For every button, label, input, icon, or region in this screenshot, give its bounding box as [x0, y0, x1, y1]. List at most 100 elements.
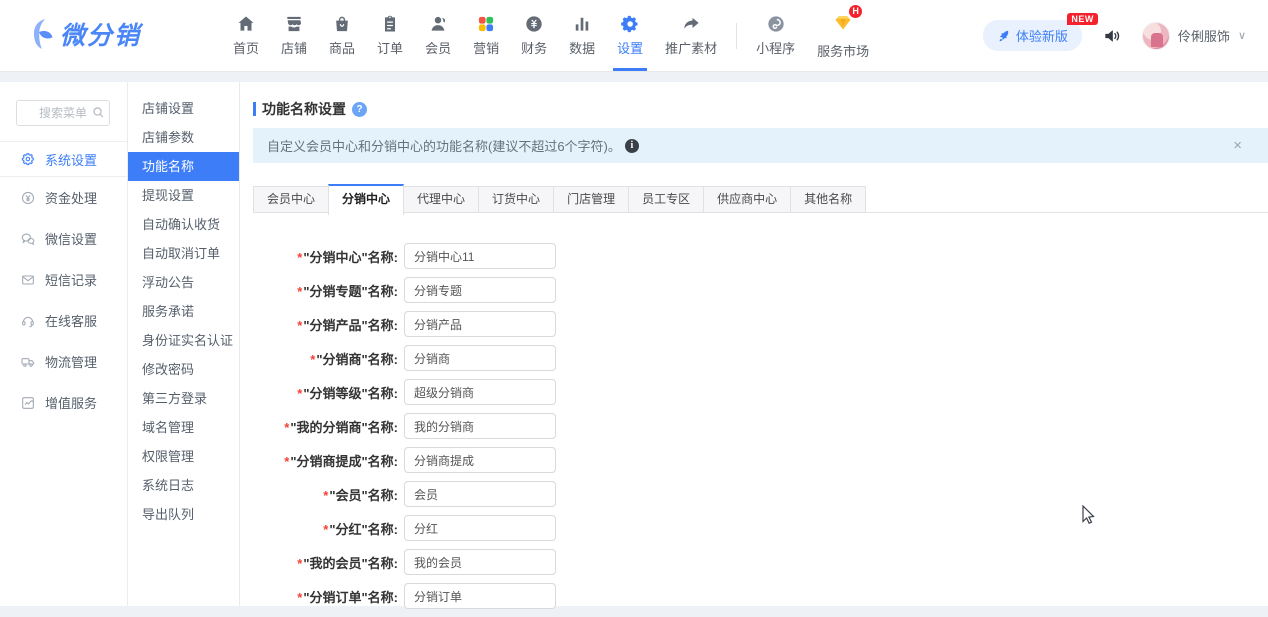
field-label: *"分销商提成"名称: — [240, 451, 398, 470]
sidebar-item-value-added[interactable]: 增值服务 — [0, 382, 127, 423]
form-field-row: *"分销中心"名称: — [240, 243, 556, 269]
nav-label: 会员 — [425, 38, 451, 57]
field-input-member[interactable] — [404, 481, 556, 507]
nav-item-finance[interactable]: 财务 — [510, 0, 558, 71]
sidebar-item-system-settings[interactable]: 系统设置 — [0, 142, 127, 177]
nav-label: 推广素材 — [665, 38, 717, 57]
settings-icon — [620, 14, 640, 34]
field-input-distribution-order[interactable] — [404, 583, 556, 609]
nav-label: 小程序 — [756, 38, 795, 57]
sidebar-item-label: 资金处理 — [45, 188, 97, 207]
nav-item-orders[interactable]: 订单 — [366, 0, 414, 71]
required-marker: * — [297, 590, 302, 605]
sidebar-item-customer-service[interactable]: 在线客服 — [0, 300, 127, 341]
submenu-item-system-log[interactable]: 系统日志 — [128, 471, 239, 500]
nav-item-home[interactable]: 首页 — [222, 0, 270, 71]
nav-item-settings[interactable]: 设置 — [606, 0, 654, 71]
field-label: *"我的会员"名称: — [240, 553, 398, 572]
field-input-my-member[interactable] — [404, 549, 556, 575]
required-marker: * — [284, 420, 289, 435]
sidebar-item-sms[interactable]: 短信记录 — [0, 259, 127, 300]
submenu-item-third-party-login[interactable]: 第三方登录 — [128, 384, 239, 413]
sidebar-item-logistics[interactable]: 物流管理 — [0, 341, 127, 382]
field-input-distribution-level[interactable] — [404, 379, 556, 405]
nav-item-data[interactable]: 数据 — [558, 0, 606, 71]
try-new-version-button[interactable]: 体验新版 NEW — [983, 20, 1082, 51]
tab-other-names[interactable]: 其他名称 — [790, 186, 866, 213]
submenu-item-shop-params[interactable]: 店铺参数 — [128, 123, 239, 152]
banner-text: 自定义会员中心和分销中心的功能名称(建议不超过6个字符)。 — [267, 136, 621, 155]
submenu-item-id-verification[interactable]: 身份证实名认证 — [128, 326, 239, 355]
sidebar-item-label: 物流管理 — [45, 352, 97, 371]
field-input-dividend[interactable] — [404, 515, 556, 541]
logo-text: 微分销 — [60, 16, 141, 52]
form-field-row: *"分销产品"名称: — [240, 311, 556, 337]
page-title: 功能名称设置 — [262, 99, 346, 119]
field-input-distributor-commission[interactable] — [404, 447, 556, 473]
banner-close-icon[interactable]: × — [1233, 137, 1242, 154]
field-label: *"分销专题"名称: — [240, 281, 398, 300]
nav-item-store[interactable]: 店铺 — [270, 0, 318, 71]
nav-label: 店铺 — [281, 38, 307, 57]
required-marker: * — [323, 488, 328, 503]
field-input-my-distributor[interactable] — [404, 413, 556, 439]
goods-icon — [332, 14, 352, 34]
field-label-text: "分销商提成"名称: — [290, 454, 398, 469]
submenu-item-floating-notice[interactable]: 浮动公告 — [128, 268, 239, 297]
tab-agent-center[interactable]: 代理中心 — [403, 186, 479, 213]
submenu-item-service-promise[interactable]: 服务承诺 — [128, 297, 239, 326]
submenu-item-shop-settings[interactable]: 店铺设置 — [128, 94, 239, 123]
submenu-item-permissions[interactable]: 权限管理 — [128, 442, 239, 471]
orders-icon — [380, 14, 400, 34]
nav-item-members[interactable]: 会员 — [414, 0, 462, 71]
submenu-item-auto-confirm[interactable]: 自动确认收货 — [128, 210, 239, 239]
announcement-button[interactable] — [1102, 26, 1122, 46]
nav-item-goods[interactable]: 商品 — [318, 0, 366, 71]
search-input[interactable] — [16, 100, 110, 126]
field-label-text: "分销商"名称: — [316, 352, 398, 367]
chevron-down-icon: ∨ — [1238, 29, 1246, 42]
nav-item-promo-material[interactable]: 推广素材 — [654, 0, 728, 71]
tab-distribution-center[interactable]: 分销中心 — [328, 184, 404, 215]
required-marker: * — [297, 556, 302, 571]
required-marker: * — [297, 386, 302, 401]
help-icon[interactable]: ? — [352, 102, 367, 117]
app-logo[interactable]: 微分销 — [28, 16, 141, 52]
tab-ordering-center[interactable]: 订货中心 — [478, 186, 554, 213]
nav-label: 商品 — [329, 38, 355, 57]
sidebar-item-label: 微信设置 — [45, 229, 97, 248]
page-title-row: 功能名称设置 ? — [253, 99, 367, 119]
submenu-item-withdrawal[interactable]: 提现设置 — [128, 181, 239, 210]
submenu-item-export-queue[interactable]: 导出队列 — [128, 500, 239, 529]
trend-chart-icon — [20, 395, 36, 411]
nav-item-service-market[interactable]: H 服务市场 — [806, 0, 880, 71]
user-menu[interactable]: 伶俐服饰 ∨ — [1142, 22, 1246, 50]
nav-item-miniprogram[interactable]: 小程序 — [745, 0, 806, 71]
top-navbar: 微分销 首页 店铺 商品 订单 会员 — [0, 0, 1268, 72]
field-label: *"会员"名称: — [240, 485, 398, 504]
center-tabs: 会员中心 分销中心 代理中心 订货中心 门店管理 员工专区 供应商中心 其他名称 — [253, 186, 1268, 213]
field-label-text: "分销专题"名称: — [303, 284, 398, 299]
field-input-distribution-topic[interactable] — [404, 277, 556, 303]
field-input-distribution-center[interactable] — [404, 243, 556, 269]
finance-icon — [524, 14, 544, 34]
tab-supplier-center[interactable]: 供应商中心 — [703, 186, 791, 213]
sidebar-item-funds[interactable]: 资金处理 — [0, 177, 127, 218]
field-input-distribution-product[interactable] — [404, 311, 556, 337]
submenu-item-auto-cancel[interactable]: 自动取消订单 — [128, 239, 239, 268]
submenu-item-function-names[interactable]: 功能名称 — [128, 152, 239, 181]
nav-label: 数据 — [569, 38, 595, 57]
info-icon[interactable]: i — [625, 139, 639, 153]
submenu-item-domain[interactable]: 域名管理 — [128, 413, 239, 442]
form-field-row: *"分红"名称: — [240, 515, 556, 541]
tab-store-management[interactable]: 门店管理 — [553, 186, 629, 213]
form-field-row: *"我的会员"名称: — [240, 549, 556, 575]
tab-staff-zone[interactable]: 员工专区 — [628, 186, 704, 213]
nav-item-marketing[interactable]: 营销 — [462, 0, 510, 71]
field-input-distributor[interactable] — [404, 345, 556, 371]
sidebar-item-wechat[interactable]: 微信设置 — [0, 218, 127, 259]
sidebar: 系统设置 资金处理 微信设置 短信记录 在线客服 物流管理 增值服务 — [0, 82, 128, 606]
submenu-item-change-password[interactable]: 修改密码 — [128, 355, 239, 384]
tab-member-center[interactable]: 会员中心 — [253, 186, 329, 213]
field-label-text: "我的分销商"名称: — [290, 420, 398, 435]
